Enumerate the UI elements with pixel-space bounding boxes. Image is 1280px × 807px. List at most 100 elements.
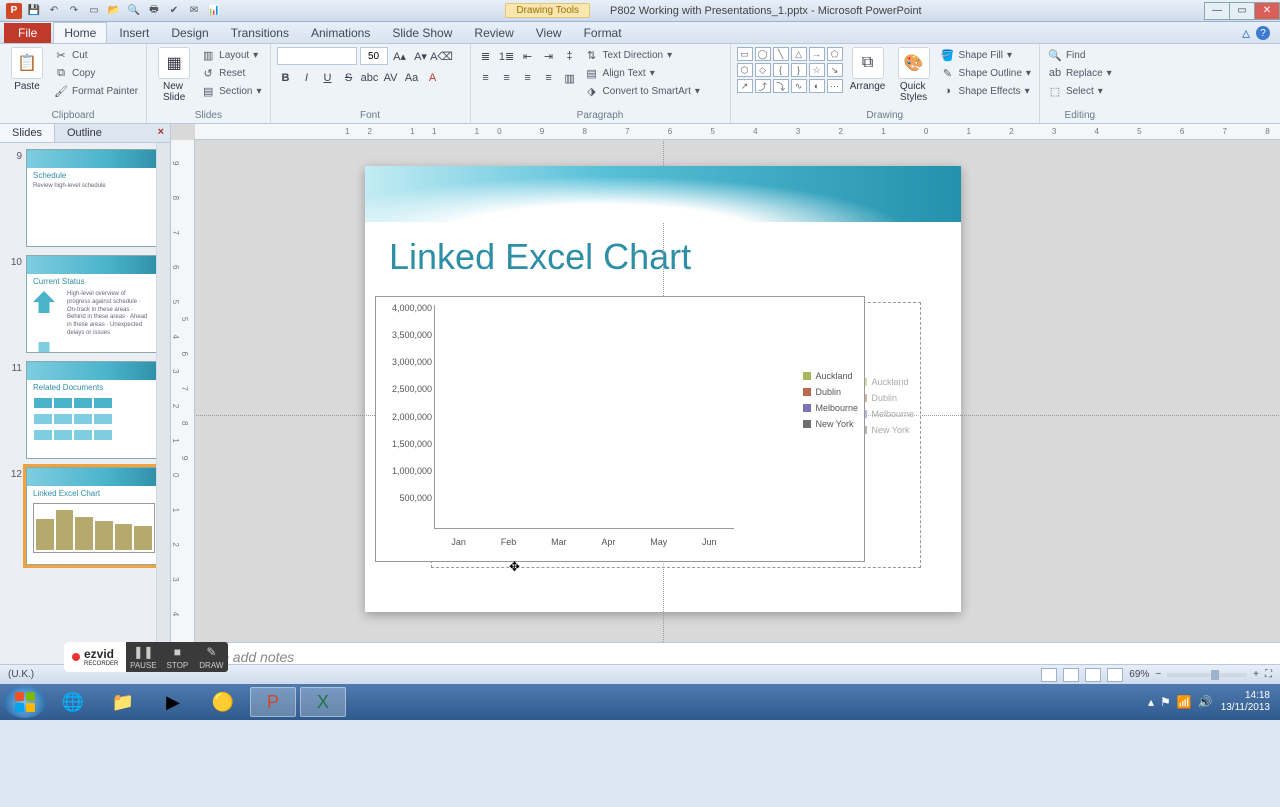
task-powerpoint[interactable]: P (250, 687, 296, 717)
cut-button[interactable]: ✂Cut (52, 47, 140, 63)
close-button[interactable]: ✕ (1254, 2, 1280, 20)
find-button[interactable]: 🔍Find (1046, 47, 1114, 63)
tab-format[interactable]: Format (574, 23, 632, 43)
decrease-indent-icon[interactable]: ⇤ (519, 47, 537, 65)
system-tray[interactable]: ▴ ⚑ 📶 🔊 14:18 13/11/2013 (1148, 690, 1276, 714)
shrink-font-icon[interactable]: A▾ (412, 47, 430, 65)
tab-review[interactable]: Review (464, 23, 523, 43)
align-right-icon[interactable]: ≡ (519, 69, 537, 87)
thumbnail[interactable]: 9 ScheduleReview high-level schedule (4, 149, 162, 247)
thumbnail[interactable]: 11 Related Documents (4, 361, 162, 459)
align-left-icon[interactable]: ≡ (477, 69, 495, 87)
format-painter-button[interactable]: 🖌Format Painter (52, 83, 140, 99)
horizontal-ruler[interactable]: 12 11 10 9 8 7 6 5 4 3 2 1 0 1 2 3 4 5 6… (195, 124, 1280, 140)
increase-indent-icon[interactable]: ⇥ (540, 47, 558, 65)
spacing-button[interactable]: AV (382, 69, 400, 87)
normal-view-button[interactable] (1041, 668, 1057, 682)
shape-gallery[interactable]: ▭◯╲△→⬠ ⬡◇{}☆↘ ↗⤴⤵∿◐⋯ (737, 47, 843, 93)
replace-button[interactable]: abReplace ▾ (1046, 65, 1114, 81)
bullets-icon[interactable]: ≣ (477, 47, 495, 65)
spell-icon[interactable]: ✔ (166, 3, 182, 19)
vertical-ruler[interactable]: 9 8 7 6 5 4 3 2 1 0 1 2 3 4 5 6 7 8 9 (171, 140, 195, 642)
sorter-view-button[interactable] (1063, 668, 1079, 682)
app-icon[interactable]: P (6, 3, 22, 19)
font-color-button[interactable]: A (424, 69, 442, 87)
save-icon[interactable]: 💾 (26, 3, 42, 19)
zoom-slider[interactable] (1167, 673, 1247, 677)
task-excel[interactable]: X (300, 687, 346, 717)
shape-fill-button[interactable]: 🪣Shape Fill ▾ (939, 47, 1033, 63)
preview-icon[interactable]: 🔍 (126, 3, 142, 19)
ezvid-pause-button[interactable]: ❚❚PAUSE (126, 642, 160, 672)
slide[interactable]: Linked Excel Chart 4,000,0003,500,0003,0… (365, 166, 961, 612)
bold-button[interactable]: B (277, 69, 295, 87)
tray-volume-icon[interactable]: 🔊 (1198, 695, 1213, 709)
paste-button[interactable]: 📋Paste (6, 47, 48, 92)
numbering-icon[interactable]: 1≣ (498, 47, 516, 65)
shadow-button[interactable]: abc (361, 69, 379, 87)
slideshow-view-button[interactable] (1107, 668, 1123, 682)
tab-design[interactable]: Design (161, 23, 218, 43)
tab-animations[interactable]: Animations (301, 23, 380, 43)
reading-view-button[interactable] (1085, 668, 1101, 682)
underline-button[interactable]: U (319, 69, 337, 87)
ezvid-stop-button[interactable]: ■STOP (160, 642, 194, 672)
maximize-button[interactable]: ▭ (1229, 2, 1255, 20)
strike-button[interactable]: S (340, 69, 358, 87)
reset-button[interactable]: ↺Reset (199, 65, 263, 81)
select-button[interactable]: ⬚Select ▾ (1046, 83, 1114, 99)
section-button[interactable]: ▤Section ▾ (199, 83, 263, 99)
task-media[interactable]: ▶ (150, 687, 196, 717)
tray-network-icon[interactable]: 📶 (1177, 695, 1192, 709)
zoom-out-button[interactable]: − (1155, 669, 1161, 680)
layout-button[interactable]: ▥Layout ▾ (199, 47, 263, 63)
help-icon[interactable]: ? (1256, 26, 1270, 40)
grow-font-icon[interactable]: A▴ (391, 47, 409, 65)
tray-up-icon[interactable]: ▴ (1148, 695, 1154, 709)
task-chrome[interactable]: 🟡 (200, 687, 246, 717)
panel-tab-outline[interactable]: Outline (55, 124, 114, 142)
minimize-ribbon-icon[interactable]: ▵ (1242, 23, 1250, 43)
line-spacing-icon[interactable]: ‡ (561, 47, 579, 65)
new-icon[interactable]: ▭ (86, 3, 102, 19)
tab-home[interactable]: Home (53, 22, 107, 43)
clear-format-icon[interactable]: A⌫ (433, 47, 451, 65)
taskbar-clock[interactable]: 14:18 13/11/2013 (1221, 690, 1270, 714)
zoom-in-button[interactable]: + (1253, 669, 1259, 680)
start-button[interactable] (4, 686, 46, 718)
task-explorer[interactable]: 📁 (100, 687, 146, 717)
case-button[interactable]: Aa (403, 69, 421, 87)
slide-canvas[interactable]: Linked Excel Chart 4,000,0003,500,0003,0… (195, 140, 1280, 642)
align-center-icon[interactable]: ≡ (498, 69, 516, 87)
tab-view[interactable]: View (526, 23, 572, 43)
columns-icon[interactable]: ▥ (561, 69, 579, 87)
tray-flag-icon[interactable]: ⚑ (1160, 695, 1171, 709)
text-direction-button[interactable]: ⇅Text Direction ▾ (583, 47, 702, 63)
thumbnails-scrollbar[interactable] (156, 143, 170, 684)
tab-insert[interactable]: Insert (109, 23, 159, 43)
thumbnail[interactable]: 12 Linked Excel Chart (4, 467, 162, 565)
quick-styles-button[interactable]: 🎨Quick Styles (893, 47, 935, 103)
email-icon[interactable]: ✉ (186, 3, 202, 19)
panel-close-button[interactable]: × (152, 124, 170, 142)
status-language[interactable]: (U.K.) (8, 669, 34, 680)
font-family-combo[interactable] (277, 47, 357, 65)
font-size-combo[interactable] (360, 47, 388, 65)
new-slide-button[interactable]: ▦New Slide (153, 47, 195, 103)
tab-transitions[interactable]: Transitions (221, 23, 299, 43)
tab-slideshow[interactable]: Slide Show (382, 23, 462, 43)
italic-button[interactable]: I (298, 69, 316, 87)
zoom-level[interactable]: 69% (1129, 669, 1149, 680)
shape-effects-button[interactable]: ◑Shape Effects ▾ (939, 83, 1033, 99)
undo-icon[interactable]: ↶ (46, 3, 62, 19)
panel-tab-slides[interactable]: Slides (0, 124, 55, 142)
shape-outline-button[interactable]: ✎Shape Outline ▾ (939, 65, 1033, 81)
chart-object[interactable]: 4,000,0003,500,0003,000,0002,500,0002,00… (375, 296, 865, 562)
align-text-button[interactable]: ▤Align Text ▾ (583, 65, 702, 81)
justify-icon[interactable]: ≡ (540, 69, 558, 87)
ezvid-recorder-overlay[interactable]: ezvidRECORDER ❚❚PAUSE ■STOP ✎DRAW (64, 642, 228, 672)
redo-icon[interactable]: ↷ (66, 3, 82, 19)
minimize-button[interactable]: — (1204, 2, 1230, 20)
fit-to-window-button[interactable]: ⛶ (1265, 669, 1272, 680)
task-ie[interactable]: 🌐 (50, 687, 96, 717)
